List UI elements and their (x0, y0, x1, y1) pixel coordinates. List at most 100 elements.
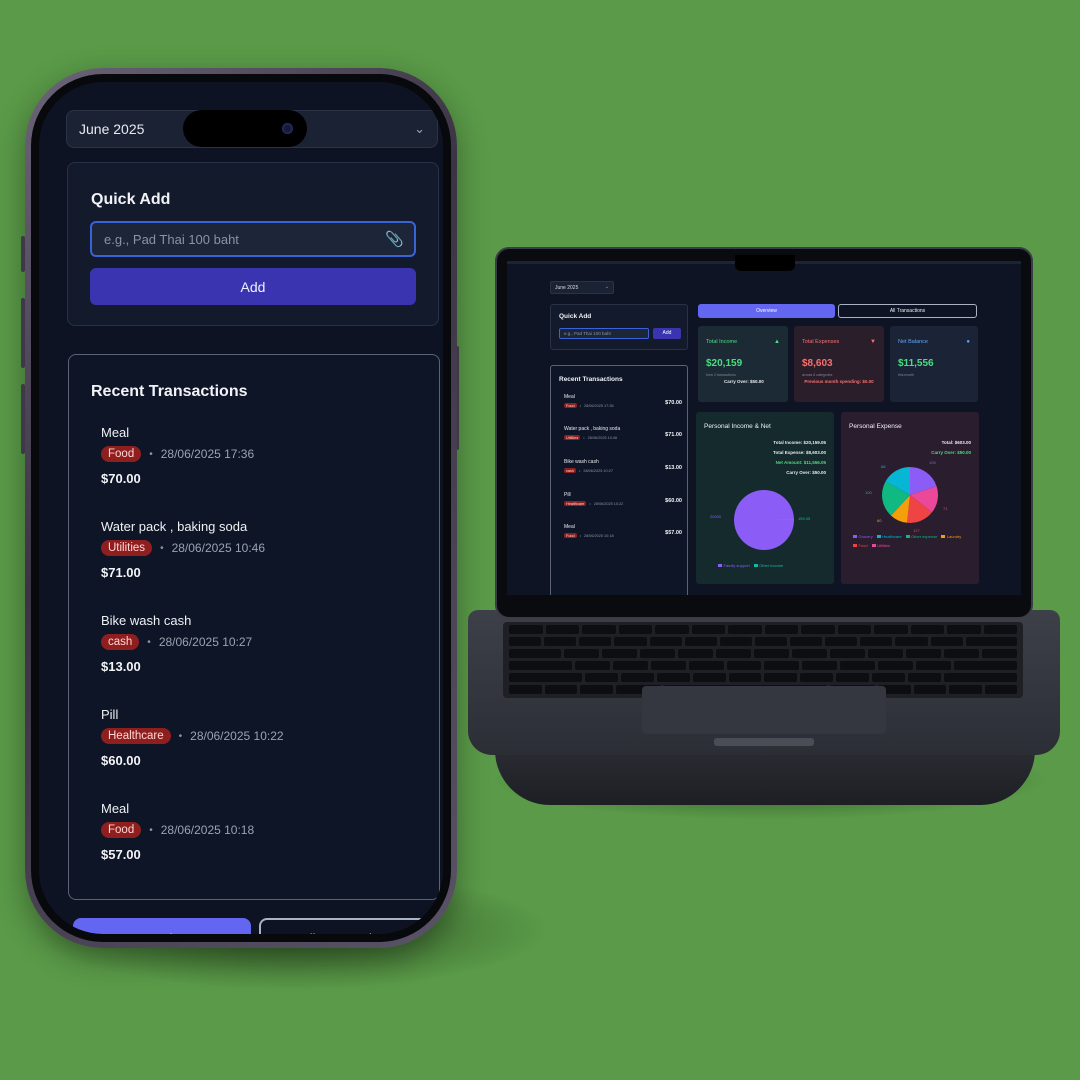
card-value: $11,556 (898, 358, 934, 369)
desktop-month-label: June 2025 (555, 285, 579, 291)
income-chart-card: Personal Income & Net Total Income: $20,… (696, 412, 834, 584)
pie-label: 60 (877, 518, 882, 523)
card-extra: Carry Over: $50.00 (724, 379, 764, 384)
list-item[interactable]: Water pack , baking soda Utilities • 28/… (101, 519, 421, 580)
transaction-amount: $60.00 (101, 753, 141, 768)
transaction-date: 28/06/2025 10:22 (593, 501, 624, 506)
transaction-date: 28/06/2025 17:36 (584, 403, 614, 408)
up-triangle-icon: ▲ (774, 339, 780, 345)
quick-add-input[interactable]: e.g., Pad Thai 100 baht 📎 (90, 221, 416, 257)
laptop-screen: June 2025 ⌄ Quick Add e.g., Pad Thai 100… (507, 261, 1021, 595)
pie-label: 105 (929, 460, 936, 465)
separator-dot: • (149, 824, 153, 836)
list-item[interactable]: Meal Food • 28/06/2025 17:36 $70.00 (564, 394, 682, 408)
legend-item[interactable]: Food (853, 543, 868, 548)
transaction-name: Bike wash cash (101, 613, 192, 628)
list-item[interactable]: Pill Healthcare • 28/06/2025 10:22 $60.00 (564, 492, 682, 506)
transaction-name: Meal (101, 425, 130, 440)
desktop-add-button[interactable]: Add (653, 328, 681, 339)
tab-all-transactions[interactable]: All Transactions (259, 918, 435, 934)
quick-add-placeholder: e.g., Pad Thai 100 baht (104, 231, 239, 247)
transaction-amount: $71.00 (101, 565, 141, 580)
tab-overview[interactable]: Overview (73, 918, 251, 934)
dynamic-island (183, 110, 307, 147)
list-item[interactable]: Pill Healthcare • 28/06/2025 10:22 $60.0… (101, 707, 421, 768)
legend-item[interactable]: Utilities (871, 543, 890, 548)
quick-add-title: Quick Add (91, 191, 171, 208)
transaction-amount: $71.00 (665, 432, 682, 438)
category-badge: Food (101, 822, 142, 838)
separator-dot: • (147, 636, 151, 648)
desktop-quick-add-title: Quick Add (559, 313, 592, 320)
quick-add-panel: Quick Add e.g., Pad Thai 100 baht 📎 Add (67, 162, 439, 326)
category-badge: Utilities (101, 540, 153, 556)
income-summary-line: Total Income: $20,159.05 (773, 440, 826, 445)
pie-label: 127 (913, 528, 920, 533)
expense-pie-chart (882, 467, 938, 523)
list-item[interactable]: Meal Food • 28/06/2025 10:18 $57.00 (564, 524, 682, 538)
legend-item[interactable]: Laundry (941, 534, 961, 539)
card-value: $8,603 (802, 358, 833, 369)
transaction-name: Water pack , baking soda (101, 519, 248, 534)
card-subtitle: this month (898, 373, 915, 377)
list-item[interactable]: Water pack , baking soda Utilities • 28/06… (564, 426, 682, 440)
laptop-lid: June 2025 ⌄ Quick Add e.g., Pad Thai 100… (495, 247, 1033, 619)
category-badge: Utilities (564, 435, 581, 440)
desktop-tab-overview[interactable]: Overview (698, 304, 835, 318)
category-badge: cash (564, 468, 577, 473)
desktop-quick-add-panel: Quick Add e.g., Pad Thai 100 baht Add (550, 304, 688, 350)
category-badge: cash (101, 634, 140, 650)
legend-item[interactable]: Healthcare (876, 534, 902, 539)
month-select-label: June 2025 (79, 121, 145, 137)
transaction-name: Pill (101, 707, 119, 722)
transaction-date: 28/06/2025 10:27 (158, 635, 253, 649)
legend-item[interactable]: Grocery (853, 534, 873, 539)
expense-summary-line: Total: $603.00 (941, 440, 971, 445)
transaction-name: Meal (101, 801, 130, 816)
desktop-tab-all-transactions[interactable]: All Transactions (838, 304, 977, 318)
separator-dot: • (149, 448, 153, 460)
expense-chart-title: Personal Expense (849, 423, 902, 430)
paperclip-icon[interactable]: 📎 (385, 230, 404, 248)
camera-icon (282, 123, 293, 134)
laptop-stand (495, 750, 1035, 805)
card-title: Total Expenses (802, 339, 840, 345)
transaction-date: 28/06/2025 10:22 (190, 729, 284, 743)
legend-item[interactable]: Family support (718, 563, 750, 568)
list-item[interactable]: Bike wash cash cash • 28/06/2025 10:27 $13… (564, 459, 682, 473)
income-summary-line: Carry Over: $50.00 (786, 470, 826, 475)
down-triangle-icon: ▼ (870, 339, 876, 345)
transaction-amount: $57.00 (101, 847, 141, 862)
recent-transactions-panel: Recent Transactions Meal Food • 28/06/20… (68, 354, 440, 900)
phone-screen: June 2025 ⌄ Quick Add e.g., Pad Thai 100… (39, 82, 443, 934)
list-item[interactable]: Meal Food • 28/06/2025 17:36 $70.00 (101, 425, 421, 486)
tab-bar: Overview All Transactions (73, 918, 435, 934)
legend-item[interactable]: Other expense (905, 534, 937, 539)
chevron-down-icon: ⌄ (604, 284, 609, 290)
separator-dot: • (160, 542, 164, 554)
laptop-camera-notch (735, 255, 795, 271)
pie-label: 159.05 (798, 516, 811, 521)
phone-device: June 2025 ⌄ Quick Add e.g., Pad Thai 100… (25, 68, 457, 948)
separator-dot: • (178, 730, 183, 742)
separator-dot: • (579, 468, 581, 473)
add-button[interactable]: Add (90, 268, 416, 305)
laptop-front-notch (714, 738, 814, 746)
list-item[interactable]: Meal Food • 28/06/2025 10:18 $57.00 (101, 801, 421, 862)
pie-label: 100 (865, 490, 872, 495)
separator-dot: • (583, 435, 585, 440)
list-item[interactable]: Bike wash cash cash • 28/06/2025 10:27 $… (101, 613, 421, 674)
touchpad (642, 686, 886, 734)
transaction-amount: $70.00 (101, 471, 141, 486)
category-badge: Healthcare (564, 501, 587, 506)
transaction-amount: $57.00 (665, 530, 682, 536)
desktop-month-select[interactable]: June 2025 ⌄ (550, 281, 614, 294)
transaction-amount: $70.00 (665, 400, 682, 406)
transaction-date: 28/06/2025 10:18 (584, 533, 614, 538)
category-badge: Healthcare (101, 728, 171, 744)
transaction-date: 28/06/2025 10:46 (587, 435, 618, 440)
desktop-quick-add-input[interactable]: e.g., Pad Thai 100 baht (559, 328, 649, 339)
legend-item[interactable]: Other income (753, 563, 783, 568)
recent-transactions-title: Recent Transactions (91, 383, 248, 400)
expense-chart-card: Personal Expense Total: $603.00 Carry Ov… (841, 412, 979, 584)
